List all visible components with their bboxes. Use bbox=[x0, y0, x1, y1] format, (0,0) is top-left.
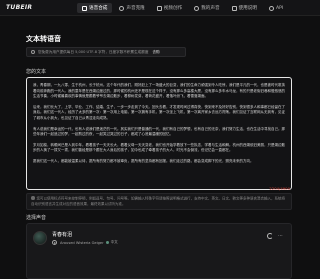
text-input-area[interactable]: 我，青春期，一九八零，生于杭州，长于杭州。这个年代的我们，刚好赶上了一场盛大的巨… bbox=[26, 77, 292, 190]
voice-card-actions: ⋯ bbox=[267, 233, 283, 239]
book-icon bbox=[231, 5, 237, 11]
voice-name: 青春有泪 bbox=[52, 232, 73, 238]
play-icon[interactable] bbox=[52, 240, 57, 245]
page-title: 文本转语音 bbox=[26, 35, 61, 43]
text-paragraph: 我，青春期，一九八零，生于杭州，长于杭州。这个年代的我们，刚好赶上了一场盛大的巨… bbox=[33, 83, 285, 99]
nav-item-tts[interactable]: 语音合成 bbox=[77, 3, 113, 13]
nav-item-guide[interactable]: 使用说明 bbox=[227, 3, 262, 13]
quota-notice: 您免费为用户提供每日 5,000 UTF-8 字符，日度字数不积累生成额度 去购 bbox=[26, 47, 186, 57]
refresh-icon[interactable] bbox=[267, 233, 273, 239]
hint-icon bbox=[31, 196, 35, 200]
user-icon bbox=[194, 5, 200, 11]
api-icon bbox=[268, 5, 274, 11]
character-counter: 2204/4900 bbox=[269, 186, 290, 191]
more-icon[interactable]: ⋯ bbox=[278, 233, 283, 239]
app-logo[interactable]: TUBEIR bbox=[6, 4, 32, 11]
input-hint: 您可以使用标点符号来控制停顿，例如逗号、句号、问号等。如需输入特殊字符请按照说明… bbox=[26, 193, 292, 210]
nav-item-voice-clone[interactable]: 声音克隆 bbox=[114, 3, 149, 13]
nav-item-video[interactable]: 视频创作 bbox=[152, 3, 187, 13]
voice-meta: Aroused Wisteria Geiger 中文 bbox=[52, 240, 118, 245]
voice-language-tag: 中文 bbox=[110, 240, 118, 244]
notice-text: 您免费为用户提供每日 5,000 UTF-8 字符，日度字数不积累生成额度 bbox=[38, 49, 149, 54]
text-paragraph: 有人说我们是幸运的一代，也有人说我们是迷茫的一代。其实我们只是普通的一代，我们有… bbox=[33, 126, 285, 137]
tag-dot-icon bbox=[105, 241, 109, 244]
top-navigation-bar: TUBEIR 语音合成 声音克隆 视频创作 我的声音 使用说明 API bbox=[0, 0, 320, 16]
mic-icon bbox=[119, 5, 125, 11]
text-paragraph: 岁月如梭，转眼间已是人到中年。看着孩子一天天长大，看着父母一天天变老，我们也开始… bbox=[33, 142, 285, 153]
nav-item-api[interactable]: API bbox=[264, 3, 288, 13]
text-paragraph: 后来，我们长大了，上学、毕业、工作、结婚、生子，一步一步走到了今天。回头去看，才… bbox=[33, 104, 285, 120]
hint-text: 您可以使用标点符号来控制停顿，例如逗号、句号、问号等。如需输入特殊字符请按照说明… bbox=[31, 196, 285, 206]
voice-selector-card[interactable]: 青春有泪 Aroused Wisteria Geiger 中文 ⋯ bbox=[26, 223, 292, 279]
info-icon bbox=[31, 50, 35, 54]
main-nav: 语音合成 声音克隆 视频创作 我的声音 使用说明 API bbox=[77, 2, 290, 14]
voice-section-label: 选择声音 bbox=[26, 215, 47, 221]
voice-avatar bbox=[33, 231, 47, 245]
nav-item-my-voices[interactable]: 我的声音 bbox=[189, 3, 224, 13]
buy-link[interactable]: 去购 bbox=[152, 50, 159, 55]
video-icon bbox=[156, 5, 162, 11]
text-icon bbox=[82, 5, 87, 11]
voice-meta-text: Aroused Wisteria Geiger bbox=[60, 240, 104, 245]
editor-label: 您的文本 bbox=[26, 69, 47, 75]
text-paragraph: 愿我们这一代人，都能被温柔以待，愿所有的努力都不被辜负，愿所有的坚持都有回报。我… bbox=[33, 158, 254, 163]
